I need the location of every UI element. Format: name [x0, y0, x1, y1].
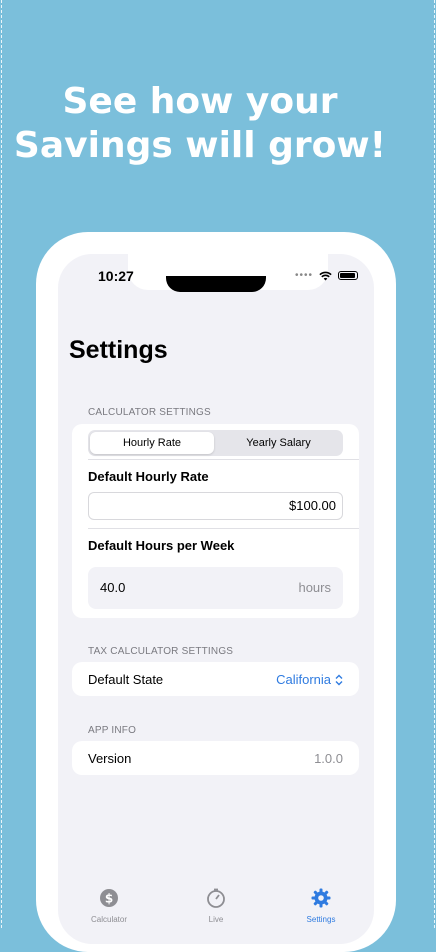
phone-screen: 10:27 •••• Settings CALCULATOR SETTINGS …: [58, 254, 374, 944]
chevron-up-down-icon: [335, 674, 343, 685]
tab-settings[interactable]: Settings: [286, 888, 356, 924]
phone-frame: 10:27 •••• Settings CALCULATOR SETTINGS …: [36, 232, 396, 952]
tab-calculator-label: Calculator: [90, 915, 127, 924]
status-icons: ••••: [295, 270, 358, 281]
hourly-rate-input[interactable]: $100.00: [88, 492, 343, 520]
calculator-settings-header: CALCULATOR SETTINGS: [88, 407, 211, 418]
right-border: [434, 0, 435, 928]
timer-icon: [207, 888, 225, 908]
dollar-circle-icon: $: [100, 889, 118, 907]
status-time: 10:27: [98, 268, 134, 284]
tab-live[interactable]: Live: [181, 888, 251, 924]
state-value: California: [276, 672, 331, 687]
default-hours-label: Default Hours per Week: [88, 538, 235, 553]
tab-calculator[interactable]: $ Calculator: [74, 888, 144, 924]
segment-yearly-salary[interactable]: Yearly Salary: [216, 432, 341, 454]
svg-text:$: $: [105, 892, 113, 906]
divider: [88, 459, 359, 460]
version-label: Version: [88, 751, 132, 766]
segment-hourly-rate[interactable]: Hourly Rate: [90, 432, 214, 454]
hours-value: 40.0: [100, 580, 126, 595]
state-picker[interactable]: California: [276, 672, 343, 687]
tab-live-label: Live: [208, 915, 224, 924]
default-state-label: Default State: [88, 672, 164, 687]
version-row: Version 1.0.0: [72, 741, 359, 775]
tab-settings-label: Settings: [306, 915, 336, 924]
headline-line-1: See how your: [62, 81, 338, 122]
app-info-header: APP INFO: [88, 725, 137, 736]
gear-icon: [311, 888, 331, 908]
rate-type-segmented-control: Hourly Rate Yearly Salary: [88, 430, 343, 456]
tax-settings-header: TAX CALCULATOR SETTINGS: [88, 646, 234, 657]
default-state-row[interactable]: Default State California: [72, 662, 359, 696]
wifi-icon: [319, 271, 332, 280]
tab-bar: $ Calculator Live Settings: [58, 874, 374, 944]
hours-per-week-field[interactable]: 40.0 hours: [88, 567, 343, 609]
headline-line-2: Savings will grow!: [13, 125, 387, 166]
cellular-icon: ••••: [294, 270, 313, 281]
camera-island: [166, 276, 266, 292]
divider: [88, 528, 359, 529]
promo-headline: See how your Savings will grow!: [0, 80, 400, 168]
calculator-settings-card: Hourly Rate Yearly Salary Default Hourly…: [72, 424, 359, 618]
version-value: 1.0.0: [314, 751, 343, 766]
hours-unit-label: hours: [298, 580, 331, 595]
page-title: Settings: [69, 336, 168, 364]
default-hourly-rate-label: Default Hourly Rate: [88, 469, 209, 484]
battery-icon: [338, 271, 358, 280]
